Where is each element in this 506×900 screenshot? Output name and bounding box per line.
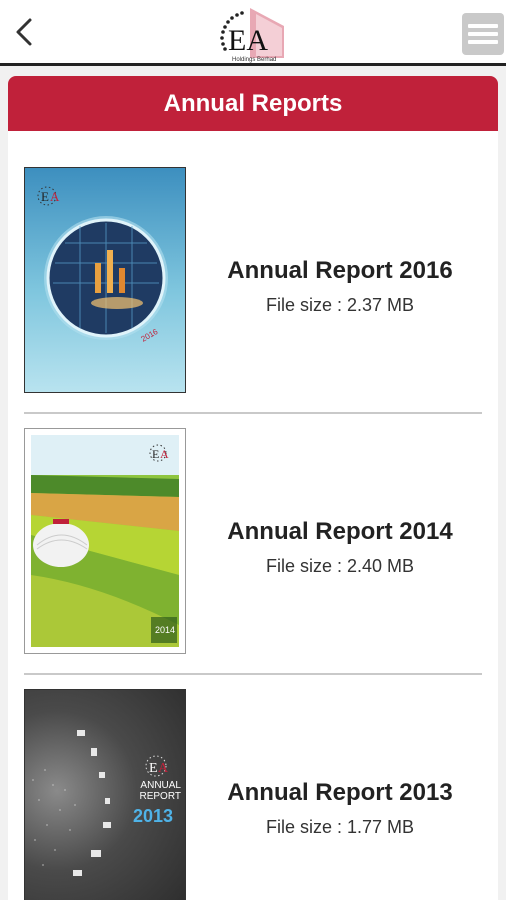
report-title: Annual Report 2013 <box>227 779 453 806</box>
cover-year-2013: 2013 <box>133 806 173 826</box>
file-size: File size : 1.77 MB <box>265 817 415 837</box>
report-title: Annual Report 2014 <box>227 518 453 545</box>
report-title: Annual Report 2016 <box>227 257 453 284</box>
file-size: File size : 2.37 MB <box>265 295 415 315</box>
report-cover-2014: E A 2014 <box>24 428 186 654</box>
logo-letters: EA <box>228 24 268 57</box>
svg-text:E: E <box>152 447 159 461</box>
reports-list: E A 2016 Annual Report 2016 File size : … <box>8 131 498 900</box>
company-logo: EA Holdings Berhad <box>212 6 288 64</box>
chevron-left-icon <box>16 18 32 46</box>
report-item-2013[interactable]: E A ANNUAL REPORT 2013 Annual Report 201… <box>8 653 498 900</box>
page-title: Annual Reports <box>8 76 498 131</box>
svg-text:A: A <box>160 447 169 461</box>
back-button[interactable] <box>8 12 44 52</box>
report-cover-2016: E A 2016 <box>24 167 186 393</box>
report-item-2014[interactable]: E A 2014 Annual Report 2014 File size : … <box>8 392 498 654</box>
menu-button[interactable] <box>462 13 504 55</box>
file-size: File size : 2.40 MB <box>265 556 415 576</box>
svg-text:A: A <box>158 761 169 776</box>
report-item-2016[interactable]: E A 2016 Annual Report 2016 File size : … <box>8 131 498 393</box>
hamburger-menu-icon <box>468 24 498 28</box>
svg-text:A: A <box>50 189 60 204</box>
cover-year-2016: 2016 <box>140 327 160 344</box>
cover-heading-2013: ANNUAL REPORT <box>139 780 182 802</box>
svg-text:E: E <box>149 761 158 776</box>
logo-tagline: Holdings Berhad <box>232 57 276 63</box>
cover-year-2014: 2014 <box>155 625 175 635</box>
report-cover-2013: E A ANNUAL REPORT 2013 <box>24 689 186 900</box>
svg-text:E: E <box>41 189 49 204</box>
app-bar: EA Holdings Berhad <box>0 0 506 66</box>
